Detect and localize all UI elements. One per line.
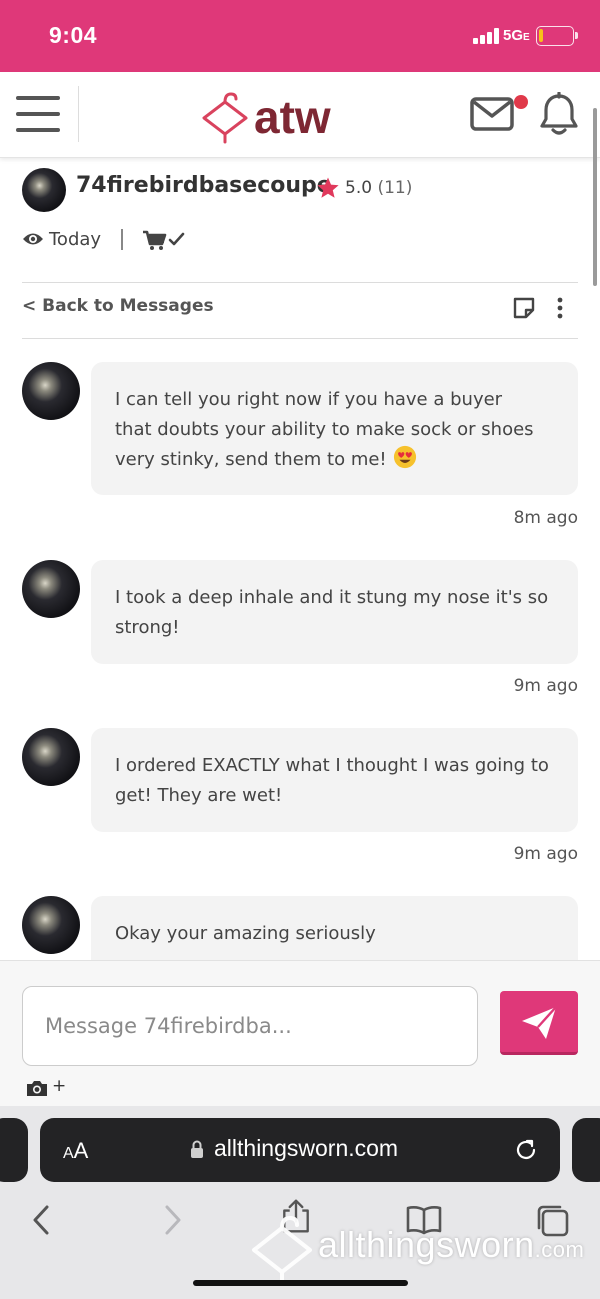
profile-avatar[interactable] (22, 168, 66, 212)
header-divider (78, 86, 79, 142)
message-avatar[interactable] (22, 362, 80, 420)
more-options-icon[interactable] (550, 296, 570, 320)
message-text: Okay your amazing seriously (115, 923, 376, 944)
watermark: allthingsworn.com (250, 1210, 590, 1282)
message-text: I took a deep inhale and it stung my nos… (115, 587, 549, 638)
message-avatar[interactable] (22, 728, 80, 786)
next-tab-preview[interactable] (572, 1118, 600, 1182)
watermark-suffix: .com (534, 1237, 585, 1262)
menu-icon[interactable] (16, 96, 60, 132)
message-text: I can tell you right now if you have a b… (115, 389, 534, 470)
battery-level (539, 29, 543, 42)
forward-arrow-icon[interactable] (154, 1202, 190, 1238)
message-bubble: I can tell you right now if you have a b… (91, 362, 578, 495)
star-icon (317, 177, 339, 198)
attach-plus: + (52, 1076, 67, 1096)
note-icon[interactable] (512, 296, 536, 320)
scrollbar[interactable] (593, 108, 597, 286)
profile-username[interactable]: 74firebirdbasecoupe (76, 173, 332, 198)
send-button[interactable] (500, 991, 578, 1055)
watermark-name: allthingsworn (318, 1224, 535, 1265)
aa-large: A (73, 1138, 89, 1163)
aa-small: A (63, 1145, 74, 1162)
reader-aa-button[interactable]: AA (63, 1138, 88, 1164)
previous-tab-preview[interactable] (0, 1118, 28, 1182)
message-input[interactable] (22, 986, 478, 1066)
url-text: allthingsworn.com (214, 1135, 399, 1161)
divider (22, 282, 578, 283)
status-bar: 9:04 5GE (0, 0, 600, 72)
network-suffix: E (523, 32, 530, 43)
reload-icon[interactable] (514, 1138, 538, 1162)
rating-text: 5.0 (11) (345, 178, 412, 198)
message-avatar[interactable] (22, 560, 80, 618)
message-bubble: I took a deep inhale and it stung my nos… (91, 560, 578, 664)
divider (22, 338, 578, 339)
bell-icon[interactable] (538, 92, 580, 136)
message-timestamp: 9m ago (513, 844, 578, 864)
rating-value: 5.0 (345, 178, 373, 198)
unread-indicator (514, 95, 528, 109)
logo-text: atw (254, 91, 331, 143)
cart-check-icon (143, 230, 185, 250)
attach-photo-button[interactable]: + (26, 1076, 67, 1099)
message-avatar[interactable] (22, 896, 80, 954)
message-composer: + (0, 960, 600, 1106)
eye-icon (23, 233, 43, 245)
message-bubble: I ordered EXACTLY what I thought I was g… (91, 728, 578, 832)
hanger-icon (202, 92, 248, 144)
site-logo[interactable]: atw (200, 88, 360, 144)
watermark-text: allthingsworn.com (318, 1224, 584, 1266)
cellular-signal-icon (473, 28, 501, 44)
last-seen: Today (49, 229, 102, 250)
home-indicator[interactable] (193, 1280, 408, 1286)
message-timestamp: 9m ago (513, 676, 578, 696)
hanger-watermark-icon (252, 1216, 312, 1282)
meta-separator (121, 229, 123, 250)
network-label: 5G (503, 27, 524, 44)
lock-icon (191, 1140, 203, 1158)
message-text: I ordered EXACTLY what I thought I was g… (115, 755, 549, 806)
status-time: 9:04 (49, 22, 98, 48)
network-type: 5GE (503, 27, 530, 44)
back-to-messages-link[interactable]: < Back to Messages (22, 296, 214, 316)
send-icon (522, 1006, 557, 1039)
mail-icon[interactable] (470, 97, 514, 131)
message-timestamp: 8m ago (513, 508, 578, 528)
battery-icon (536, 26, 578, 46)
site-header: atw (0, 72, 600, 158)
back-arrow-icon[interactable] (24, 1202, 60, 1238)
address-bar[interactable]: AA allthingsworn.com (40, 1118, 560, 1182)
review-count: (11) (377, 178, 413, 198)
heart-eyes-emoji-icon (394, 445, 417, 469)
camera-icon (27, 1081, 47, 1096)
